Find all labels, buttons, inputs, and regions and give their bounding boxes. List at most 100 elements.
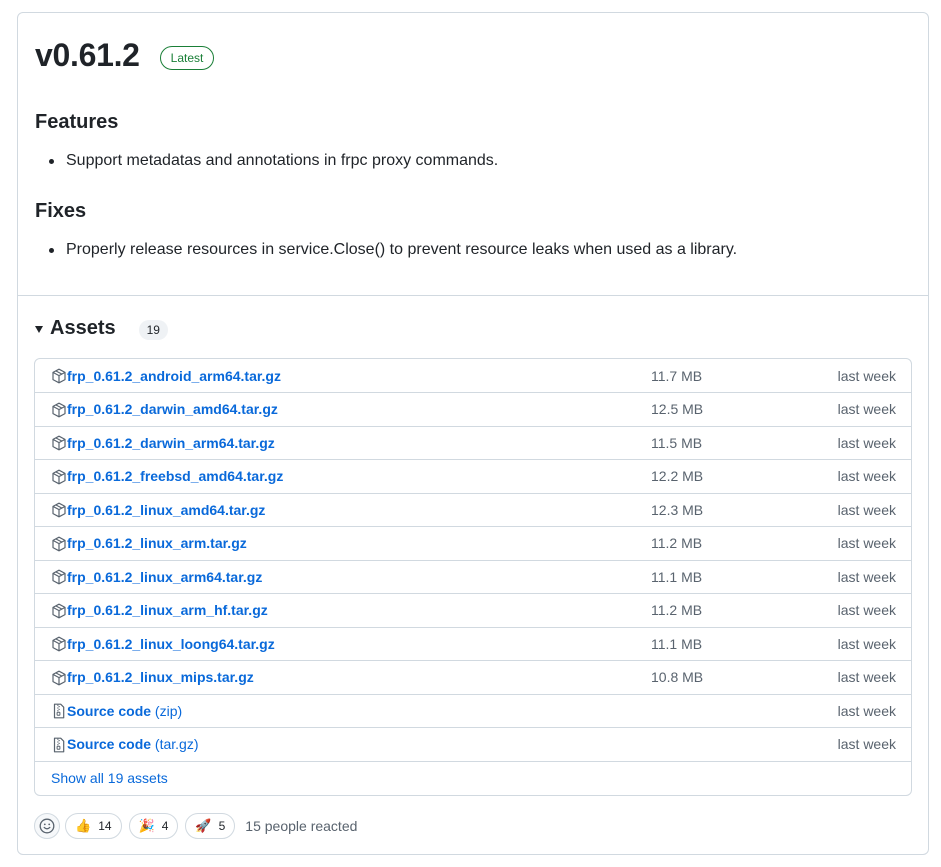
asset-date: last week [837, 669, 896, 685]
show-all-assets-link[interactable]: Show all 19 assets [51, 770, 168, 786]
package-icon [51, 636, 67, 652]
smiley-icon [39, 818, 55, 834]
reaction-count: 4 [161, 819, 169, 833]
asset-name-text: Source code [67, 736, 152, 752]
reaction-button[interactable]: 👍 14 [65, 813, 122, 839]
asset-size: 10.8 MB [651, 669, 704, 685]
assets-toggle[interactable]: Assets 19 [35, 317, 168, 340]
assets-title: Assets [50, 317, 116, 339]
asset-name-text: frp_0.61.2_linux_amd64.tar.gz [67, 501, 266, 518]
features-list-item-text: Support metadatas and annotations in frp… [66, 152, 499, 169]
caret-down-icon [35, 326, 43, 333]
reactions-bar: 👍 14 🎉 4 🚀 5 15 people reacted [34, 812, 357, 840]
asset-name-text: frp_0.61.2_darwin_amd64.tar.gz [67, 401, 278, 417]
package-icon [51, 469, 67, 485]
asset-format-suffix: (tar.gz) [151, 736, 199, 752]
asset-row: Source code (tar.gz) last week [35, 728, 911, 762]
package-icon [51, 670, 67, 686]
asset-download-link[interactable]: frp_0.61.2_darwin_amd64.tar.gz [67, 401, 278, 417]
asset-size: 11.5 MB [651, 434, 703, 451]
asset-date: last week [837, 702, 896, 719]
asset-row: frp_0.61.2_linux_arm.tar.gz 11.2 MB last w… [35, 527, 911, 561]
release-card: v0.61.2 Latest Features Support metadata… [17, 12, 929, 855]
asset-row: frp_0.61.2_linux_loong64.tar.gz 11.1 MB la… [35, 627, 911, 661]
asset-name-text: frp_0.61.2_linux_mips.tar.gz [67, 669, 254, 685]
features-list-item: Support metadatas and annotations in frp… [49, 152, 498, 170]
asset-name-text: frp_0.61.2_linux_loong64.tar.gz [67, 635, 275, 652]
asset-row: frp_0.61.2_freebsd_amd64.tar.gz 12.2 MB la… [35, 460, 911, 494]
asset-download-link[interactable]: Source code (tar.gz) [67, 736, 199, 752]
asset-row: frp_0.61.2_linux_arm64.tar.gz 11.1 MB last… [35, 560, 911, 594]
asset-size: 11.7 MB [651, 367, 703, 384]
asset-size: 11.2 MB [651, 602, 703, 618]
fixes-list-item: Properly release resources in service.Cl… [49, 241, 737, 259]
asset-size: 12.5 MB [651, 401, 704, 417]
reaction-button[interactable]: 🎉 4 [128, 813, 179, 839]
asset-row: frp_0.61.2_linux_amd64.tar.gz 12.3 MB last… [35, 493, 911, 527]
asset-download-link[interactable]: frp_0.61.2_linux_arm64.tar.gz [67, 569, 262, 585]
asset-size: 11.1 MB [651, 568, 703, 585]
asset-size: 12.3 MB [651, 501, 704, 518]
release-header: v0.61.2 Latest [35, 37, 215, 74]
asset-date: last week [837, 401, 896, 417]
fixes-list-item-text: Properly release resources in service.Cl… [66, 241, 738, 258]
package-icon [51, 368, 67, 384]
reaction-button[interactable]: 🚀 5 [185, 813, 236, 839]
asset-row: Source code (zip) last week [35, 694, 911, 728]
asset-date: last week [837, 501, 896, 518]
asset-date: last week [837, 635, 896, 652]
reactions-summary: 15 people reacted [245, 818, 358, 834]
file-zip-icon [51, 703, 67, 719]
asset-download-link[interactable]: frp_0.61.2_linux_amd64.tar.gz [67, 502, 265, 518]
bullet-icon [49, 247, 54, 253]
file-zip-icon [51, 737, 67, 753]
package-icon [51, 569, 67, 585]
add-reaction-button[interactable] [34, 813, 60, 839]
asset-name-text: frp_0.61.2_linux_arm64.tar.gz [67, 568, 263, 585]
package-icon [51, 502, 67, 518]
bullet-icon [49, 158, 54, 164]
asset-name-text: frp_0.61.2_darwin_arm64.tar.gz [67, 434, 275, 451]
asset-date: last week [837, 568, 896, 585]
asset-name-text: Source code [67, 702, 152, 719]
asset-row: frp_0.61.2_darwin_amd64.tar.gz 12.5 MB las… [35, 393, 911, 427]
asset-name-text: frp_0.61.2_linux_arm_hf.tar.gz [67, 602, 268, 618]
latest-badge: Latest [159, 45, 215, 70]
fixes-heading: Fixes [35, 200, 87, 222]
package-icon [51, 435, 67, 451]
asset-date: last week [837, 535, 896, 551]
asset-name-text: frp_0.61.2_android_arm64.tar.gz [67, 367, 281, 384]
section-divider [18, 295, 928, 296]
asset-row: frp_0.61.2_linux_mips.tar.gz 10.8 MB last … [35, 661, 911, 695]
release-version-title[interactable]: v0.61.2 [35, 37, 140, 74]
asset-download-link[interactable]: Source code (zip) [67, 703, 182, 719]
asset-date: last week [837, 367, 896, 384]
asset-row: frp_0.61.2_linux_arm_hf.tar.gz 11.2 MB las… [35, 594, 911, 628]
party-popper-icon: 🎉 [138, 818, 155, 833]
reaction-count: 5 [218, 819, 226, 833]
asset-name-text: frp_0.61.2_linux_arm.tar.gz [67, 535, 247, 551]
asset-name-text: frp_0.61.2_freebsd_amd64.tar.gz [67, 468, 284, 484]
features-heading: Features [35, 111, 119, 133]
thumbs-up-icon: 👍 [75, 818, 92, 833]
assets-list: frp_0.61.2_android_arm64.tar.gz 11.7 MB la… [34, 358, 912, 796]
asset-format-suffix: (zip) [151, 702, 183, 719]
asset-download-link[interactable]: frp_0.61.2_linux_mips.tar.gz [67, 669, 254, 685]
asset-download-link[interactable]: frp_0.61.2_darwin_arm64.tar.gz [67, 435, 275, 451]
asset-size: 12.2 MB [651, 468, 704, 484]
asset-date: last week [837, 602, 896, 618]
asset-download-link[interactable]: frp_0.61.2_linux_loong64.tar.gz [67, 636, 275, 652]
asset-row: frp_0.61.2_darwin_arm64.tar.gz 11.5 MB las… [35, 426, 911, 460]
asset-download-link[interactable]: frp_0.61.2_linux_arm.tar.gz [67, 535, 247, 551]
asset-date: last week [837, 468, 896, 484]
asset-size: 11.2 MB [651, 535, 703, 551]
assets-count-badge: 19 [138, 320, 168, 340]
rocket-icon: 🚀 [195, 818, 212, 833]
asset-download-link[interactable]: frp_0.61.2_android_arm64.tar.gz [67, 368, 281, 384]
reaction-count: 14 [98, 819, 112, 833]
asset-size: 11.1 MB [651, 635, 703, 652]
asset-download-link[interactable]: frp_0.61.2_linux_arm_hf.tar.gz [67, 602, 268, 618]
package-icon [51, 402, 67, 418]
asset-row: frp_0.61.2_android_arm64.tar.gz 11.7 MB la… [35, 359, 911, 393]
asset-download-link[interactable]: frp_0.61.2_freebsd_amd64.tar.gz [67, 468, 283, 484]
